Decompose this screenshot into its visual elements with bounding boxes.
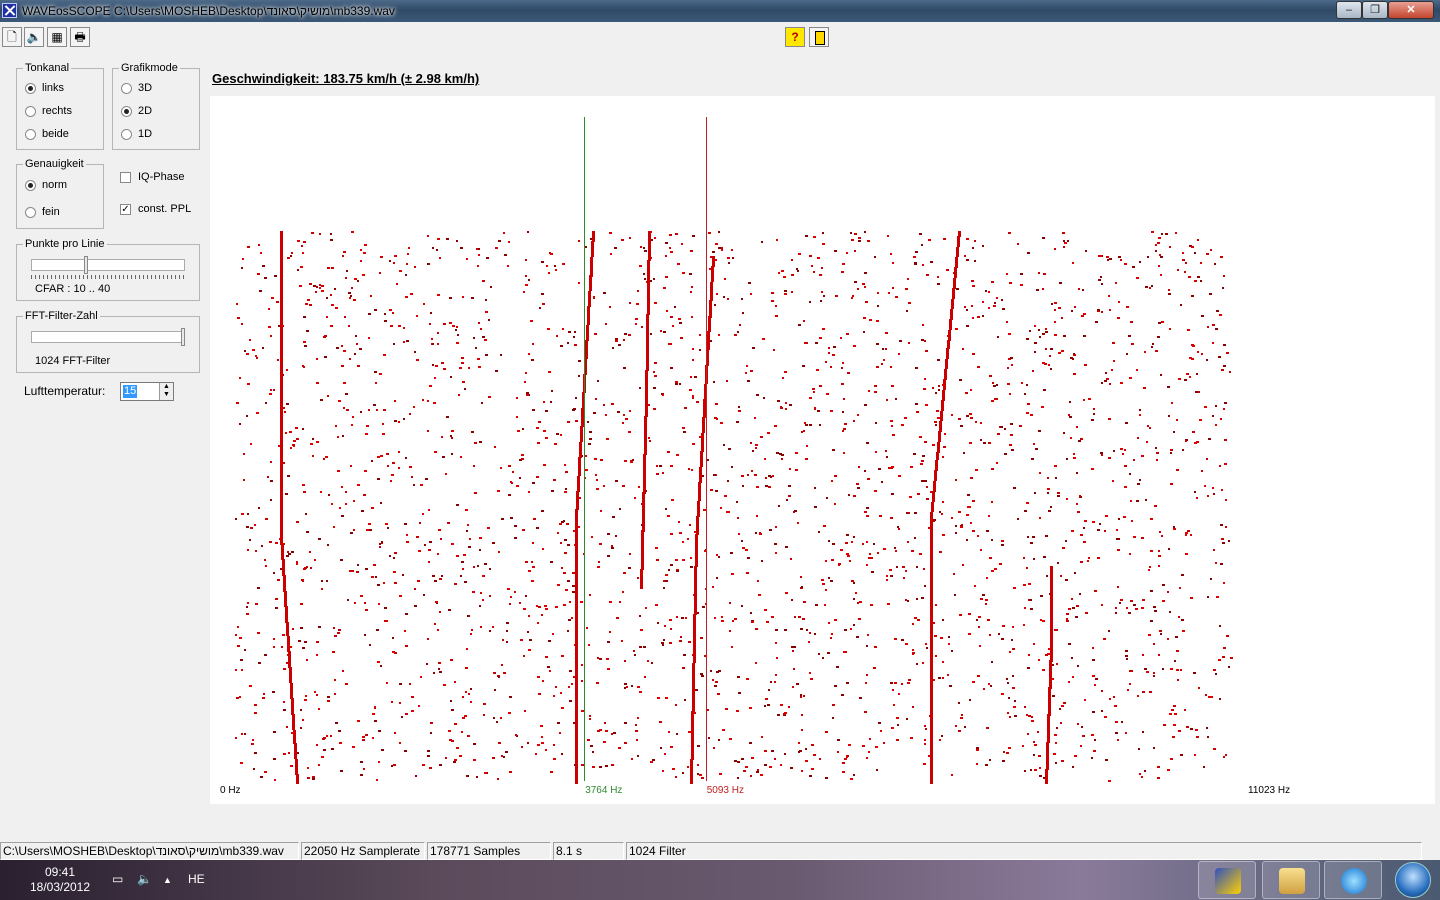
cursor1-label: 3764 Hz [585, 785, 623, 796]
status-path: C:\Users\MOSHEB\Desktop\מושיק\סאונד\mb33… [0, 842, 299, 860]
help-icon[interactable]: ? [785, 27, 805, 47]
sound-icon[interactable]: 🔈 [24, 27, 44, 47]
folder-icon [1279, 868, 1305, 894]
network-icon[interactable]: ▭ [112, 872, 123, 886]
clock-time: 09:41 [44, 865, 76, 879]
temperature-label: Lufttemperatur: [24, 384, 106, 398]
title-bar: WAVEosSCOPE C:\Users\MOSHEB\Desktop\מושי… [0, 0, 1440, 22]
spinner-down-icon[interactable]: ▼ [160, 391, 173, 399]
status-samples: 178771 Samples [427, 842, 551, 860]
internet-explorer-icon [1341, 868, 1367, 894]
speed-readout: Geschwindigkeit: 183.75 km/h (± 2.98 km/… [212, 71, 480, 86]
chart-icon[interactable]: ▦ [47, 27, 67, 47]
status-duration: 8.1 s [553, 842, 624, 860]
new-file-icon[interactable]: 🗋 [2, 27, 22, 47]
fft-group: FFT-Filter-Zahl 1024 FFT-Filter [16, 310, 200, 373]
radio-2d[interactable]: 2D [121, 105, 152, 117]
genauigkeit-group: Genauigkeit norm fein [16, 158, 104, 229]
window-title: WAVEosSCOPE C:\Users\MOSHEB\Desktop\מושי… [22, 4, 395, 18]
radio-rechts[interactable]: rechts [25, 105, 72, 117]
punkte-slider-track[interactable] [31, 259, 185, 271]
print-icon[interactable]: 🖶 [70, 27, 90, 47]
iq-phase-checkbox[interactable]: IQ-Phase [120, 171, 184, 183]
waveoscope-icon [1215, 868, 1241, 894]
tray-expand-icon[interactable]: ▲ [163, 875, 172, 885]
punkte-slider-ticks [31, 275, 185, 279]
radio-links[interactable]: links [25, 82, 64, 94]
radio-norm[interactable]: norm [25, 179, 67, 191]
radio-beide[interactable]: beide [25, 128, 69, 140]
language-indicator[interactable]: HE [188, 872, 205, 886]
spinner-arrows[interactable]: ▲ ▼ [159, 383, 173, 400]
radio-3d[interactable]: 3D [121, 82, 152, 94]
fft-slider-track[interactable] [31, 331, 185, 343]
const-ppl-checkbox[interactable]: ✓ const. PPL [120, 203, 191, 215]
tonkanal-group: Tonkanal links rechts beide [16, 62, 104, 150]
taskbar-app-waveoscope[interactable] [1198, 861, 1256, 899]
temperature-spinner[interactable]: 15 ▲ ▼ [120, 382, 174, 401]
spectrogram-dots [235, 231, 1233, 784]
clock[interactable]: 09:41 18/03/2012 [20, 865, 100, 895]
punkte-legend: Punkte pro Linie [23, 238, 107, 250]
genauigkeit-legend: Genauigkeit [23, 158, 86, 170]
minimize-button[interactable]: – [1336, 1, 1362, 19]
taskbar: 09:41 18/03/2012 ▭ 🔈 ▲ HE [0, 860, 1440, 900]
taskbar-app-ie[interactable] [1324, 861, 1382, 899]
grafikmode-group: Grafikmode 3D 2D 1D [112, 62, 200, 150]
volume-icon[interactable]: 🔈 [137, 872, 152, 886]
cursor-line-red[interactable] [705, 117, 707, 781]
app-icon [2, 3, 17, 18]
tonkanal-legend: Tonkanal [23, 62, 72, 74]
radio-fein[interactable]: fein [25, 206, 60, 218]
maximize-button[interactable]: ❐ [1362, 1, 1388, 19]
punkte-slider-thumb[interactable] [83, 256, 88, 274]
temperature-value[interactable]: 15 [123, 385, 138, 398]
fft-legend: FFT-Filter-Zahl [23, 310, 100, 322]
cursor2-label: 5093 Hz [706, 785, 744, 796]
taskbar-app-explorer[interactable] [1262, 861, 1320, 899]
exit-icon[interactable] [809, 27, 829, 47]
start-button[interactable] [1395, 862, 1431, 898]
fft-filter-text: 1024 FFT-Filter [35, 355, 111, 367]
fft-slider-thumb[interactable] [181, 328, 185, 346]
status-bar: C:\Users\MOSHEB\Desktop\מושיק\סאונד\mb33… [0, 841, 1440, 860]
spectrum-plot[interactable]: 0 Hz 3764 Hz 5093 Hz 11023 Hz [210, 96, 1435, 804]
radio-1d[interactable]: 1D [121, 128, 152, 140]
punkte-group: Punkte pro Linie CFAR : 10 .. 40 [16, 238, 200, 301]
spinner-up-icon[interactable]: ▲ [160, 383, 173, 391]
grafikmode-legend: Grafikmode [119, 62, 180, 74]
clock-date: 18/03/2012 [29, 880, 91, 894]
status-samplerate: 22050 Hz Samplerate [301, 842, 425, 860]
cursor-line-green[interactable] [584, 117, 586, 781]
x-min-label: 0 Hz [220, 785, 241, 796]
x-max-label: 11023 Hz [1248, 785, 1291, 796]
cfar-text: CFAR : 10 .. 40 [35, 283, 111, 295]
status-filter: 1024 Filter [626, 842, 1422, 860]
toolbar: 🗋 🔈 ▦ 🖶 ? [0, 25, 1440, 51]
close-button[interactable]: ✕ [1388, 1, 1434, 19]
